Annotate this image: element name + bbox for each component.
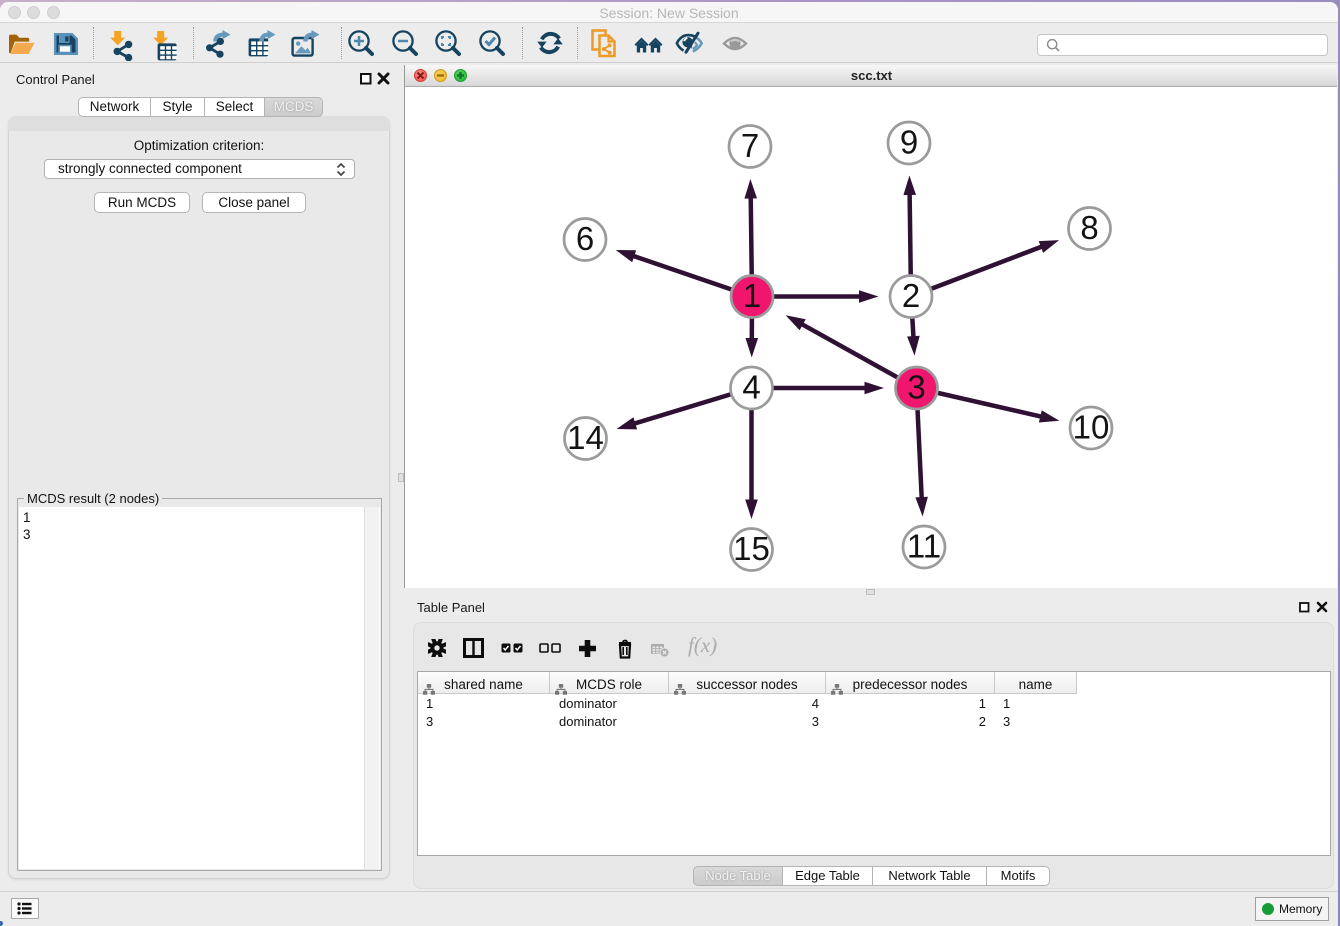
svg-text:7: 7	[741, 127, 759, 164]
svg-text:4: 4	[742, 369, 760, 406]
svg-text:9: 9	[900, 124, 918, 161]
svg-text:11: 11	[907, 528, 941, 565]
svg-text:14: 14	[567, 419, 604, 456]
svg-text:6: 6	[576, 220, 594, 257]
svg-text:2: 2	[902, 277, 920, 314]
svg-text:15: 15	[733, 530, 770, 567]
svg-text:1: 1	[743, 277, 761, 314]
svg-text:10: 10	[1073, 409, 1110, 446]
svg-text:8: 8	[1080, 209, 1098, 246]
svg-text:3: 3	[907, 369, 925, 406]
